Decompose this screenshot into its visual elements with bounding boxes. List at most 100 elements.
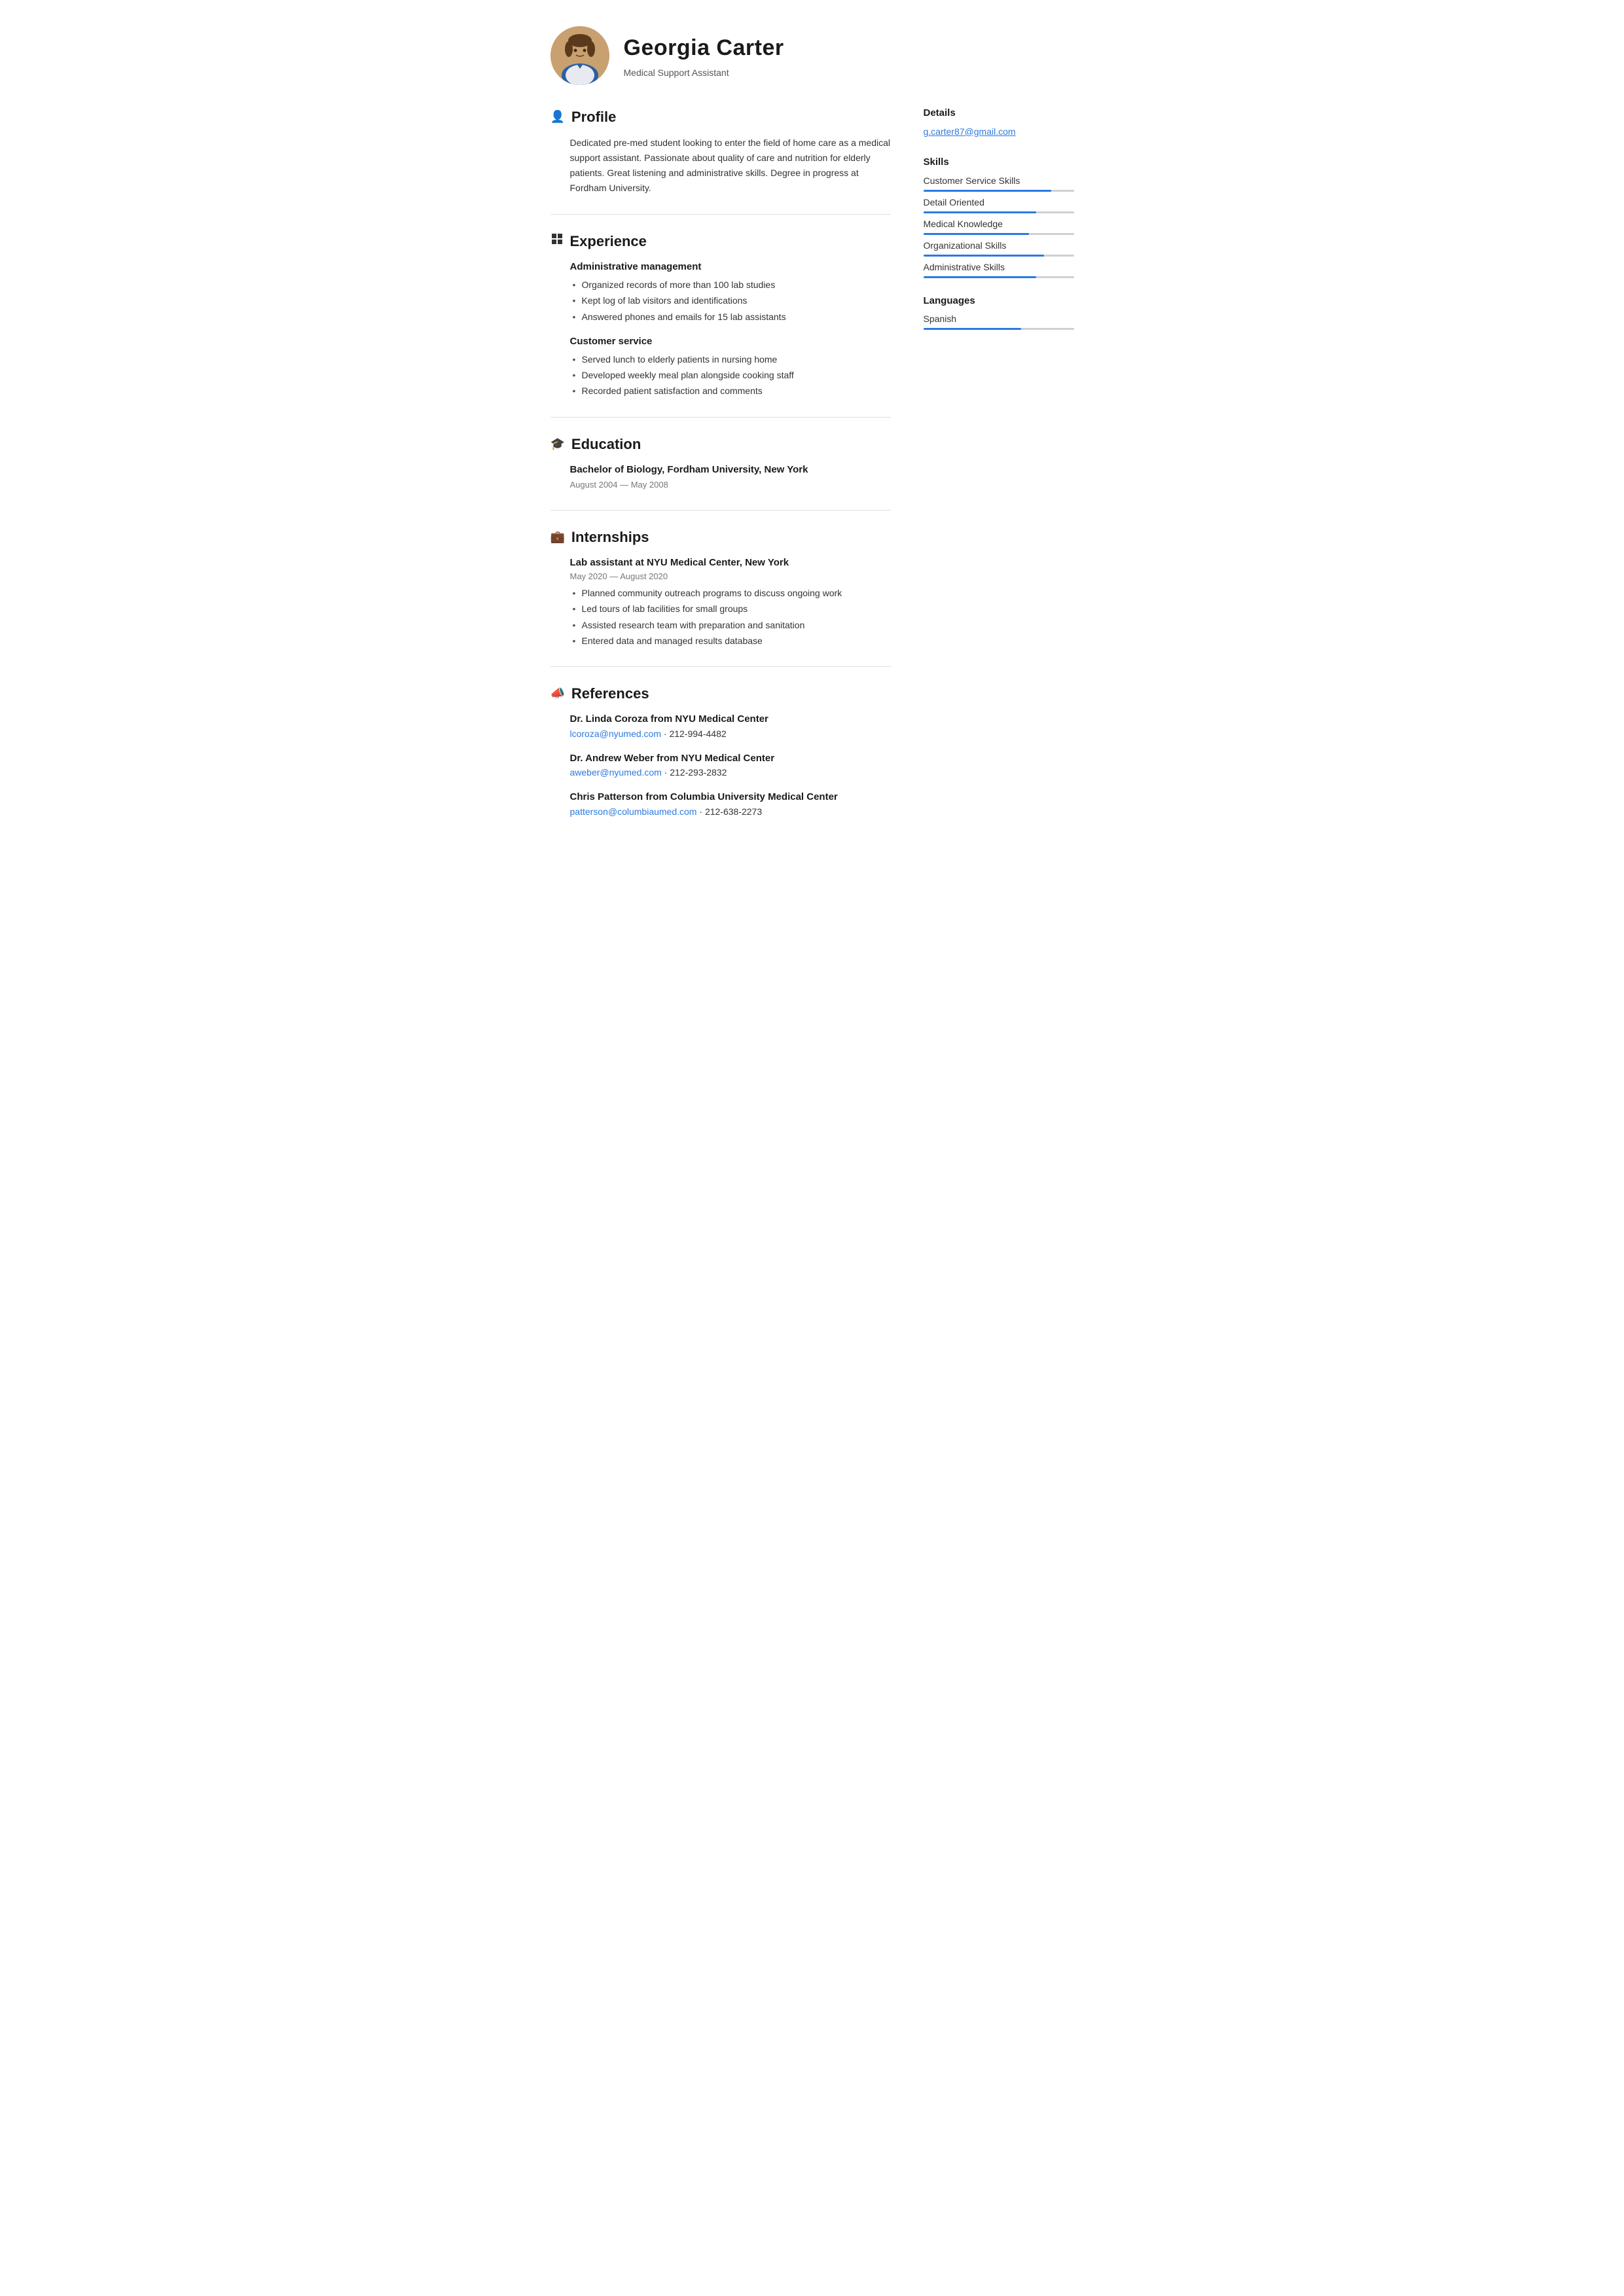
skills-list: Customer Service Skills Detail Oriented … — [924, 174, 1074, 278]
internships-icon: 💼 — [550, 528, 565, 546]
skill-item: Administrative Skills — [924, 260, 1074, 278]
experience-icon — [550, 232, 564, 251]
exp-bullet: Organized records of more than 100 lab s… — [570, 278, 891, 292]
intern-bullet: Led tours of lab facilities for small gr… — [570, 601, 891, 616]
ref-item-1: Dr. Linda Coroza from NYU Medical Center… — [570, 712, 891, 741]
ref-separator-3: · — [699, 806, 705, 817]
exp-bullet: Served lunch to elderly patients in nurs… — [570, 352, 891, 367]
candidate-title: Medical Support Assistant — [624, 66, 784, 80]
internships-title: 💼 Internships — [550, 526, 891, 548]
skill-name: Medical Knowledge — [924, 217, 1074, 231]
divider-3 — [550, 510, 891, 511]
intern-list-1: Planned community outreach programs to d… — [570, 586, 891, 649]
ref-item-2: Dr. Andrew Weber from NYU Medical Center… — [570, 751, 891, 780]
exp-list-2: Served lunch to elderly patients in nurs… — [570, 352, 891, 399]
intern-bullet: Planned community outreach programs to d… — [570, 586, 891, 600]
skills-label: Skills — [924, 155, 1074, 170]
avatar — [550, 26, 609, 85]
experience-title: Experience — [550, 230, 891, 252]
skill-item: Organizational Skills — [924, 239, 1074, 257]
skill-bar-bg — [924, 211, 1074, 213]
skill-name: Administrative Skills — [924, 260, 1074, 274]
ref-contact-1: lcoroza@nyumed.com · 212-994-4482 — [570, 727, 891, 741]
skill-item: Medical Knowledge — [924, 217, 1074, 235]
exp-item-2: Customer service Served lunch to elderly… — [570, 334, 891, 399]
experience-section: Experience Administrative management Org… — [550, 230, 891, 398]
lang-bar-fill — [924, 328, 1022, 330]
ref-phone-1: 212-994-4482 — [669, 728, 726, 739]
right-column: Details g.carter87@gmail.com Skills Cust… — [917, 106, 1074, 837]
profile-title: 👤 Profile — [550, 106, 891, 128]
skill-name: Customer Service Skills — [924, 174, 1074, 188]
main-layout: 👤 Profile Dedicated pre-med student look… — [550, 106, 1074, 837]
divider-2 — [550, 417, 891, 418]
header-text: Georgia Carter Medical Support Assistant — [624, 31, 784, 80]
ref-contact-3: patterson@columbiaumed.com · 212-638-227… — [570, 805, 891, 819]
skill-item: Customer Service Skills — [924, 174, 1074, 192]
ref-name-2: Dr. Andrew Weber from NYU Medical Center — [570, 751, 891, 766]
exp-item-1: Administrative management Organized reco… — [570, 260, 891, 324]
ref-separator-2: · — [664, 767, 670, 778]
edu-degree: Bachelor of Biology, Fordham University,… — [570, 463, 891, 478]
skill-bar-bg — [924, 276, 1074, 278]
ref-email-2[interactable]: aweber@nyumed.com — [570, 767, 662, 778]
intern-date-1: May 2020 — August 2020 — [570, 570, 891, 583]
edu-item: Bachelor of Biology, Fordham University,… — [570, 463, 891, 492]
language-item: Spanish — [924, 312, 1074, 330]
lang-bar-bg — [924, 328, 1074, 330]
exp-title-1: Administrative management — [570, 260, 891, 275]
skill-name: Detail Oriented — [924, 196, 1074, 209]
profile-icon: 👤 — [550, 108, 565, 126]
skills-section: Skills Customer Service Skills Detail Or… — [924, 155, 1074, 278]
profile-text: Dedicated pre-med student looking to ent… — [570, 135, 891, 196]
languages-section: Languages Spanish — [924, 294, 1074, 331]
skill-bar-fill — [924, 190, 1052, 192]
exp-bullet: Answered phones and emails for 15 lab as… — [570, 310, 891, 324]
edu-date: August 2004 — May 2008 — [570, 478, 891, 492]
details-label: Details — [924, 106, 1074, 121]
ref-phone-2: 212-293-2832 — [670, 767, 727, 778]
header: Georgia Carter Medical Support Assistant — [550, 26, 1074, 85]
left-column: 👤 Profile Dedicated pre-med student look… — [550, 106, 917, 837]
ref-item-3: Chris Patterson from Columbia University… — [570, 790, 891, 819]
ref-phone-3: 212-638-2273 — [705, 806, 762, 817]
ref-name-1: Dr. Linda Coroza from NYU Medical Center — [570, 712, 891, 727]
references-icon: 📣 — [550, 685, 565, 702]
ref-email-3[interactable]: patterson@columbiaumed.com — [570, 806, 697, 817]
exp-bullet: Kept log of lab visitors and identificat… — [570, 293, 891, 308]
education-section: 🎓 Education Bachelor of Biology, Fordham… — [550, 433, 891, 492]
skill-name: Organizational Skills — [924, 239, 1074, 253]
skill-bar-fill — [924, 211, 1037, 213]
references-title: 📣 References — [550, 683, 891, 704]
education-icon: 🎓 — [550, 435, 565, 453]
exp-title-2: Customer service — [570, 334, 891, 350]
skill-bar-bg — [924, 255, 1074, 257]
education-title: 🎓 Education — [550, 433, 891, 455]
references-section: 📣 References Dr. Linda Coroza from NYU M… — [550, 683, 891, 819]
languages-label: Languages — [924, 294, 1074, 309]
skill-bar-fill — [924, 255, 1044, 257]
details-email[interactable]: g.carter87@gmail.com — [924, 126, 1016, 137]
resume-page: Georgia Carter Medical Support Assistant… — [518, 0, 1107, 876]
intern-item-1: Lab assistant at NYU Medical Center, New… — [570, 556, 891, 649]
intern-bullet: Assisted research team with preparation … — [570, 618, 891, 632]
intern-title-1: Lab assistant at NYU Medical Center, New… — [570, 556, 891, 571]
ref-email-1[interactable]: lcoroza@nyumed.com — [570, 728, 662, 739]
language-name: Spanish — [924, 312, 1074, 326]
exp-bullet: Developed weekly meal plan alongside coo… — [570, 368, 891, 382]
profile-section: 👤 Profile Dedicated pre-med student look… — [550, 106, 891, 196]
skill-item: Detail Oriented — [924, 196, 1074, 213]
skill-bar-bg — [924, 233, 1074, 235]
skill-bar-bg — [924, 190, 1074, 192]
exp-list-1: Organized records of more than 100 lab s… — [570, 278, 891, 324]
exp-bullet: Recorded patient satisfaction and commen… — [570, 384, 891, 398]
internships-section: 💼 Internships Lab assistant at NYU Medic… — [550, 526, 891, 649]
candidate-name: Georgia Carter — [624, 31, 784, 65]
divider-4 — [550, 666, 891, 667]
languages-list: Spanish — [924, 312, 1074, 330]
details-section: Details g.carter87@gmail.com — [924, 106, 1074, 139]
skill-bar-fill — [924, 276, 1037, 278]
intern-bullet: Entered data and managed results databas… — [570, 634, 891, 648]
ref-name-3: Chris Patterson from Columbia University… — [570, 790, 891, 805]
divider-1 — [550, 214, 891, 215]
